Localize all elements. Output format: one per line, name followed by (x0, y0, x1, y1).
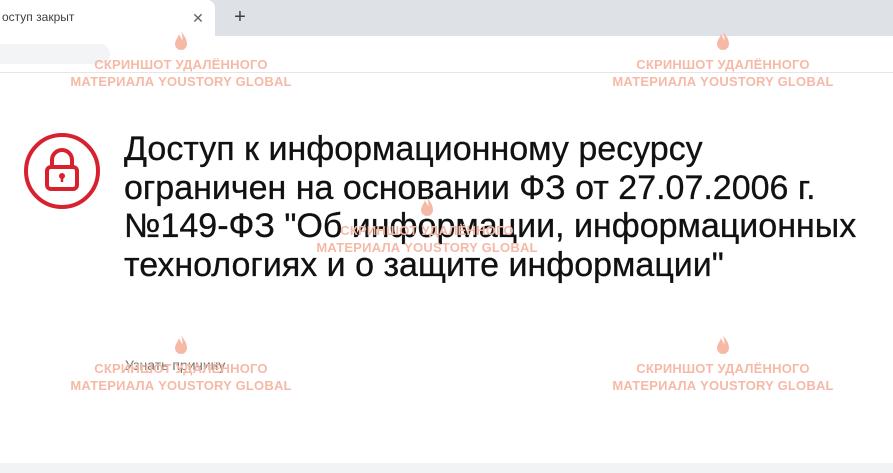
browser-toolbar (0, 36, 893, 73)
page-title: Доступ к информационному ресурсу огранич… (124, 130, 857, 284)
address-bar[interactable] (0, 44, 110, 64)
plus-icon[interactable]: + (230, 7, 250, 27)
close-icon[interactable]: ✕ (189, 9, 207, 27)
tab-access-closed[interactable]: оступ закрыт ✕ (0, 0, 215, 36)
reason-link[interactable]: Узнать причину (125, 357, 225, 373)
lock-icon (24, 133, 100, 209)
bottom-strip (0, 463, 893, 473)
tab-strip: оступ закрыт ✕ + (0, 0, 893, 36)
tab-title: оступ закрыт (2, 10, 75, 24)
